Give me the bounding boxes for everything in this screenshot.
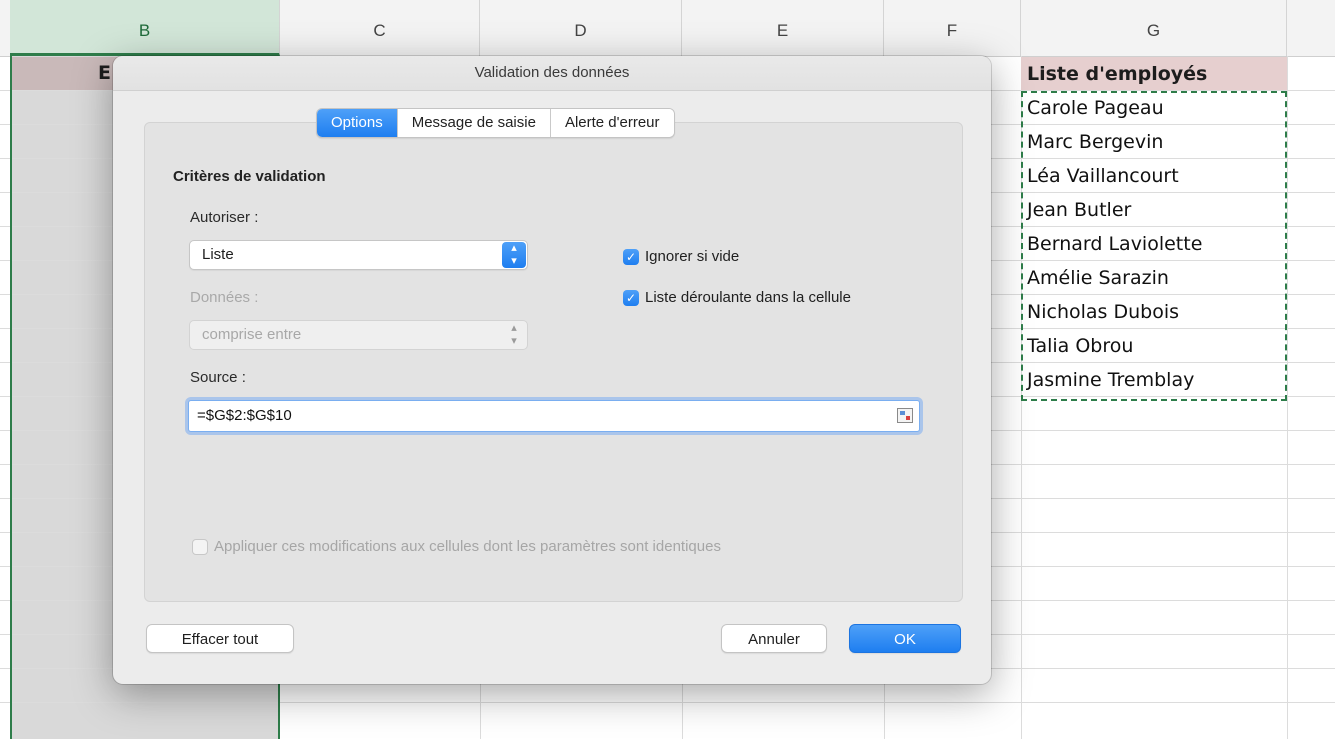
cell-g10[interactable]: Jasmine Tremblay (1021, 363, 1287, 397)
data-select-value: comprise entre (202, 326, 302, 343)
allow-label: Autoriser : (190, 209, 259, 226)
column-header-e[interactable]: E (682, 0, 884, 56)
stepper-icon: ▴ ▾ (502, 242, 526, 268)
cell-g7[interactable]: Amélie Sarazin (1021, 261, 1287, 295)
cell-g3[interactable]: Marc Bergevin (1021, 125, 1287, 159)
column-header-b[interactable]: B (10, 0, 280, 56)
allow-select-value: Liste (202, 246, 234, 263)
stepper-icon: ▴ ▾ (511, 322, 517, 347)
apply-all-checkbox[interactable] (192, 538, 208, 555)
column-header-bar: B C D E F G (0, 0, 1335, 57)
ok-button[interactable]: OK (849, 624, 961, 653)
cell-g9[interactable]: Talia Obrou (1021, 329, 1287, 363)
tab-input-message[interactable]: Message de saisie (397, 109, 551, 137)
source-input-value: =$G$2:$G$10 (197, 407, 292, 424)
data-label: Données : (190, 289, 259, 306)
source-label: Source : (190, 369, 246, 386)
cell-g5[interactable]: Jean Butler (1021, 193, 1287, 227)
source-input[interactable]: =$G$2:$G$10 (188, 400, 920, 432)
cell-g8[interactable]: Nicholas Dubois (1021, 295, 1287, 329)
criteria-title: Critères de validation (173, 168, 326, 185)
tab-error-alert[interactable]: Alerte d'erreur (550, 109, 674, 137)
column-header-g[interactable]: G (1021, 0, 1287, 56)
apply-all-option[interactable]: Appliquer ces modifications aux cellules… (192, 538, 721, 555)
dialog-title: Validation des données (113, 56, 991, 91)
tab-options[interactable]: Options (317, 109, 398, 137)
in-cell-dropdown-checkbox[interactable]: ✓ (623, 289, 639, 306)
column-header-c[interactable]: C (280, 0, 480, 56)
column-header-h[interactable] (1287, 0, 1335, 56)
data-select[interactable]: comprise entre ▴ ▾ (189, 320, 528, 350)
ignore-blank-option[interactable]: ✓ Ignorer si vide (623, 248, 739, 265)
cell-g1-header[interactable]: Liste d'employés (1021, 57, 1287, 90)
cell-g6[interactable]: Bernard Laviolette (1021, 227, 1287, 261)
clear-all-button[interactable]: Effacer tout (146, 624, 294, 653)
selection-border-left (10, 56, 12, 739)
apply-all-label: Appliquer ces modifications aux cellules… (214, 538, 721, 555)
cell-g4[interactable]: Léa Vaillancourt (1021, 159, 1287, 193)
allow-select[interactable]: Liste ▴ ▾ (189, 240, 528, 270)
data-validation-dialog: Validation des données Options Message d… (113, 56, 991, 684)
column-header-f[interactable]: F (884, 0, 1021, 56)
dialog-tabs: Options Message de saisie Alerte d'erreu… (316, 108, 675, 138)
in-cell-dropdown-option[interactable]: ✓ Liste déroulante dans la cellule (623, 289, 851, 306)
column-header-d[interactable]: D (480, 0, 682, 56)
ignore-blank-checkbox[interactable]: ✓ (623, 248, 639, 265)
cell-g2[interactable]: Carole Pageau (1021, 91, 1287, 125)
range-select-icon[interactable] (897, 408, 913, 423)
in-cell-dropdown-label: Liste déroulante dans la cellule (645, 289, 851, 306)
cancel-button[interactable]: Annuler (721, 624, 827, 653)
options-panel (144, 122, 963, 602)
ignore-blank-label: Ignorer si vide (645, 248, 740, 265)
